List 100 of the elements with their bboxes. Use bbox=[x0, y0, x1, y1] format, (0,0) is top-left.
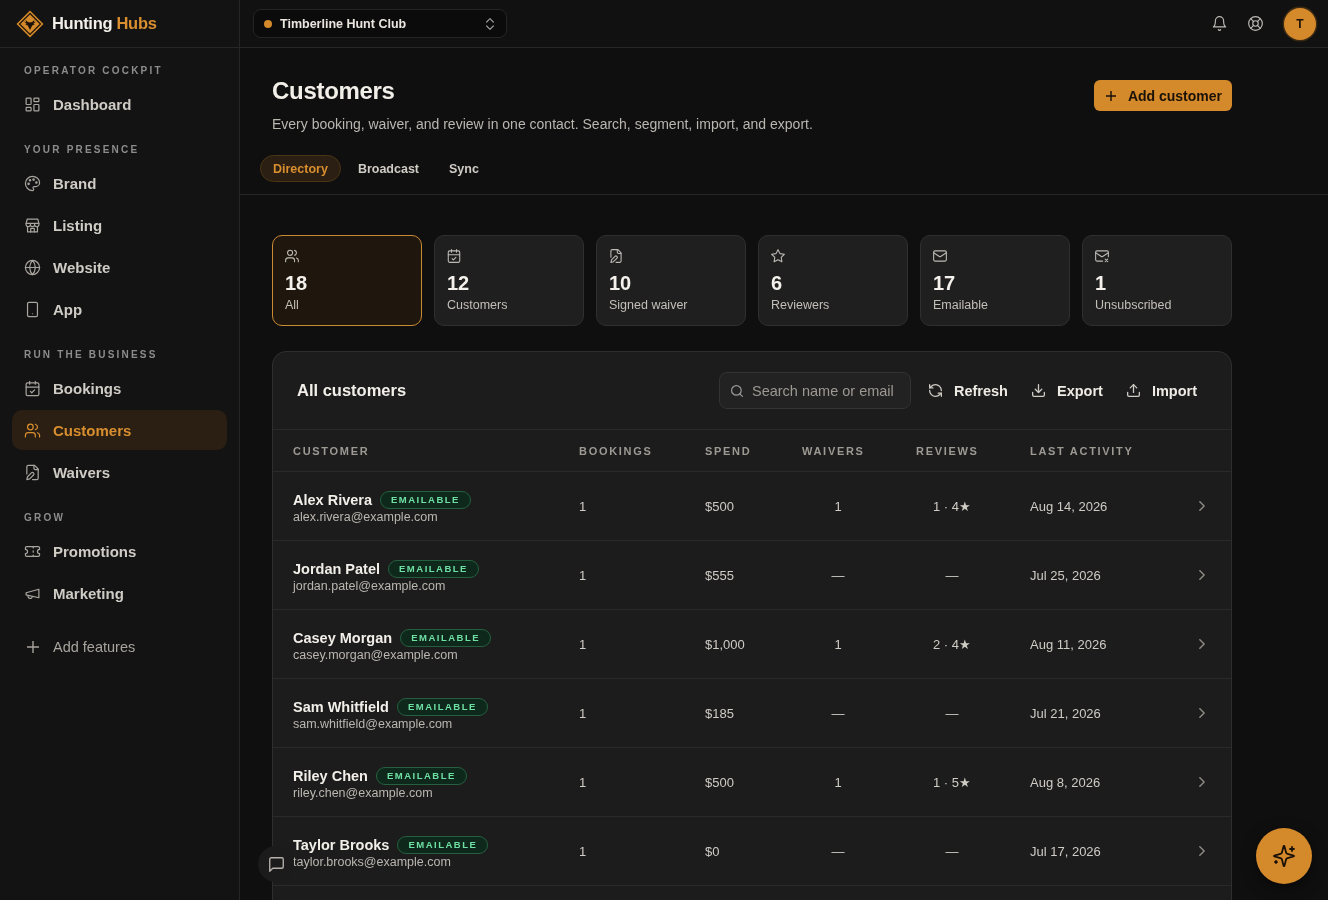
chevron-right-icon[interactable] bbox=[1199, 501, 1205, 511]
add-features-button[interactable]: Add features bbox=[12, 627, 227, 667]
chat-bubble-icon bbox=[268, 856, 284, 872]
download-icon bbox=[1031, 384, 1045, 397]
chevron-right-icon[interactable] bbox=[1199, 639, 1205, 649]
customer-email: jordan.patel@example.com bbox=[293, 578, 446, 593]
tab[interactable]: Broadcast bbox=[344, 155, 433, 182]
stat-card[interactable]: 1 Unsubscribed bbox=[1082, 235, 1232, 326]
stat-card[interactable]: 10 Signed waiver bbox=[596, 235, 746, 326]
sidebar-item[interactable]: Dashboard bbox=[12, 84, 227, 124]
section-label: GROW bbox=[23, 511, 67, 525]
emailable-badge: EMAILABLE bbox=[380, 490, 471, 509]
last-activity-cell: Jul 25, 2026 bbox=[1030, 567, 1101, 583]
users-icon bbox=[285, 249, 299, 263]
chevron-right-icon[interactable] bbox=[1199, 777, 1205, 787]
reviews-cell-text: — bbox=[944, 843, 960, 859]
last-activity-cell: Jul 17, 2026 bbox=[1030, 843, 1101, 859]
sidebar-item[interactable]: App bbox=[12, 289, 227, 329]
sidebar-item[interactable]: Promotions bbox=[12, 531, 227, 571]
refresh-button[interactable]: Refresh bbox=[916, 373, 1020, 408]
section-label: RUN THE BUSINESS bbox=[23, 348, 159, 362]
column-header: LAST ACTIVITY bbox=[1030, 444, 1135, 457]
document-pen-icon bbox=[24, 463, 41, 481]
last-activity-cell: Aug 8, 2026 bbox=[1030, 774, 1101, 790]
stat-value: 6 bbox=[771, 271, 783, 295]
search-icon bbox=[730, 384, 743, 397]
stat-value: 1 bbox=[1095, 271, 1107, 295]
palette-icon bbox=[24, 174, 41, 192]
customer-name: Riley Chen bbox=[293, 767, 368, 784]
reviews-cell-text: — bbox=[944, 567, 960, 583]
customer-email: sam.whitfield@example.com bbox=[293, 716, 453, 731]
waivers-cell-text: 1 bbox=[833, 636, 843, 652]
stat-value: 18 bbox=[285, 271, 308, 295]
customer-email: casey.morgan@example.com bbox=[293, 647, 458, 662]
stat-card[interactable]: 12 Customers bbox=[434, 235, 584, 326]
sidebar-item[interactable]: Waivers bbox=[12, 452, 227, 492]
chevron-right-icon[interactable] bbox=[1199, 570, 1205, 580]
stat-card[interactable]: 17 Emailable bbox=[920, 235, 1070, 326]
star-icon bbox=[771, 249, 785, 263]
brand-name: Hunting Hubs bbox=[52, 14, 157, 33]
last-activity-cell: Jul 21, 2026 bbox=[1030, 705, 1101, 721]
user-avatar[interactable]: T bbox=[1284, 7, 1316, 40]
search-field[interactable]: Search name or email bbox=[718, 372, 911, 409]
tab[interactable]: Sync bbox=[436, 155, 492, 182]
sparkle-button[interactable] bbox=[1256, 828, 1312, 884]
calendar-check-icon bbox=[447, 249, 461, 263]
column-header: SPEND bbox=[705, 444, 753, 457]
waivers-cell-text: — bbox=[830, 843, 846, 859]
waivers-cell-text: — bbox=[830, 567, 846, 583]
users-icon bbox=[24, 421, 41, 439]
phone-icon bbox=[24, 300, 41, 318]
plus-icon bbox=[1105, 90, 1116, 101]
stat-card[interactable]: 6 Reviewers bbox=[758, 235, 908, 326]
waivers-cell-text: 1 bbox=[833, 774, 843, 790]
bookings-cell: 1 bbox=[579, 774, 587, 790]
sidebar-item[interactable]: Customers bbox=[12, 410, 227, 450]
lifebuoy-icon[interactable] bbox=[1248, 16, 1263, 31]
stat-value: 12 bbox=[447, 271, 470, 295]
sidebar-item[interactable]: Listing bbox=[12, 205, 227, 245]
sidebar-item[interactable]: Bookings bbox=[12, 368, 227, 408]
spend-cell: $555 bbox=[705, 567, 734, 583]
column-header: REVIEWS bbox=[916, 444, 980, 457]
stat-card[interactable]: 18 All bbox=[272, 235, 422, 326]
customer-name: Alex Rivera bbox=[293, 491, 372, 508]
plus-icon bbox=[27, 641, 39, 653]
add-customer-button[interactable]: Add customer bbox=[1093, 80, 1232, 111]
spend-cell: $185 bbox=[705, 705, 734, 721]
emailable-badge: EMAILABLE bbox=[388, 559, 479, 578]
customer-email: riley.chen@example.com bbox=[293, 785, 433, 800]
tab[interactable]: Directory bbox=[260, 155, 341, 182]
spend-cell: $500 bbox=[705, 774, 734, 790]
waivers-cell-text: 1 bbox=[833, 498, 843, 514]
chevron-right-icon[interactable] bbox=[1199, 708, 1205, 718]
envelope-icon bbox=[933, 249, 947, 263]
upload-icon bbox=[1126, 384, 1140, 397]
customer-email: alex.rivera@example.com bbox=[293, 509, 438, 524]
bookings-cell: 1 bbox=[579, 705, 587, 721]
status-dot-icon bbox=[264, 19, 272, 28]
export-button[interactable]: Export bbox=[1019, 373, 1115, 408]
storefront-icon bbox=[24, 216, 41, 234]
sidebar-item[interactable]: Website bbox=[12, 247, 227, 287]
column-header: BOOKINGS bbox=[579, 444, 654, 457]
stat-label: Signed waiver bbox=[609, 297, 688, 313]
calendar-check-icon bbox=[24, 379, 41, 397]
stat-label: Unsubscribed bbox=[1095, 297, 1172, 313]
grid-icon bbox=[24, 95, 41, 113]
bookings-cell: 1 bbox=[579, 843, 587, 859]
chevron-right-icon[interactable] bbox=[1199, 846, 1205, 856]
stat-label: Reviewers bbox=[771, 297, 830, 313]
section-label: OPERATOR COCKPIT bbox=[23, 64, 164, 78]
stat-label: All bbox=[285, 297, 299, 313]
bell-icon[interactable] bbox=[1212, 16, 1227, 31]
stat-label: Customers bbox=[447, 297, 508, 313]
emailable-badge: EMAILABLE bbox=[397, 835, 489, 854]
last-activity-cell: Aug 14, 2026 bbox=[1030, 498, 1108, 514]
sidebar-item[interactable]: Brand bbox=[12, 163, 227, 203]
workspace-selector[interactable]: Timberline Hunt Club bbox=[253, 9, 507, 38]
sidebar-item[interactable]: Marketing bbox=[12, 573, 227, 613]
import-button[interactable]: Import bbox=[1114, 373, 1209, 408]
emailable-badge: EMAILABLE bbox=[396, 697, 488, 716]
